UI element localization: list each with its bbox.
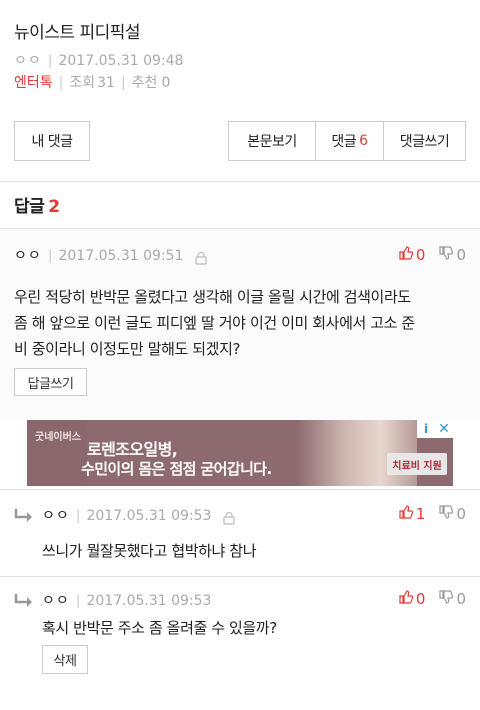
reply-write-button[interactable]: 답글쓰기 [14,368,87,396]
my-comments-button[interactable]: 내 댓글 [14,121,90,161]
ad-cta-button[interactable]: 치료비 지원 [387,453,447,475]
thumbs-up-button[interactable]: 1 [399,505,426,523]
thumbs-down-button[interactable]: 0 [439,246,466,264]
post-author[interactable]: ㅇㅇ [14,53,42,69]
reply-votes: 0 0 [399,588,466,610]
replies-heading: 답글 2 [14,192,60,217]
thumbs-up-button[interactable]: 0 [399,246,426,264]
comment-meta: ㅇㅇ | 2017.05.31 09:51 [14,245,208,267]
divider [0,181,480,182]
separator: | [58,75,64,91]
thumbs-up-icon [399,246,414,264]
thumbs-up-count: 0 [415,590,426,608]
lock-icon [195,250,208,265]
recommend-count: 0 [161,75,171,91]
view-post-button[interactable]: 본문보기 [229,122,315,160]
thumbs-down-button[interactable]: 0 [439,590,466,608]
comment-nick[interactable]: ㅇㅇ [14,245,42,267]
thumbs-up-count: 0 [415,246,426,264]
comments-count: 6 [359,133,368,149]
reply-datetime: 2017.05.31 09:53 [86,593,212,609]
comment-text: 우린 적당히 반박문 올렸다고 생각해 이글 올릴 시간에 검색이라도 좀 해 … [14,284,470,362]
reply-meta: ㅇㅇ | 2017.05.31 09:53 [42,505,236,527]
reply-nick[interactable]: ㅇㅇ [42,590,70,612]
thumbs-down-icon [439,590,454,608]
post-header: 뉴이스트 피디픽설 ㅇㅇ | 2017.05.31 09:48 엔터톡 | 조회 31 | 추… [14,20,466,94]
reply-datetime: 2017.05.31 09:53 [86,508,212,524]
thumbs-up-icon [399,505,414,523]
ad-info-icon[interactable]: i [417,420,435,438]
comment-actions-group: 본문보기 댓글 6 댓글쓰기 [228,121,466,161]
comments-label: 댓글 [331,134,357,150]
views-count: 31 [97,75,115,91]
thumbs-down-icon [439,246,454,264]
ad-close-icon[interactable]: ✕ [435,420,453,438]
thumbs-up-icon [399,590,414,608]
thumbs-down-count: 0 [456,505,466,523]
reply-arrow-icon [14,509,32,522]
write-comment-button[interactable]: 댓글쓰기 [383,122,465,160]
reply-nick[interactable]: ㅇㅇ [42,505,70,527]
comment-votes: 0 0 [399,244,466,266]
separator: | [47,248,53,264]
post-stats: 엔터톡 | 조회 31 | 추천 0 [14,72,466,94]
separator: | [75,508,81,524]
thumbs-down-count: 0 [456,246,466,264]
ad-brand-logo: 굿네이버스 [35,432,81,443]
comment-line: 좀 해 앞으로 이런 글도 피디엪 딸 거야 이건 이미 회사에서 고소 준 [14,314,415,332]
divider [0,489,480,490]
ad-controls: i ✕ [417,420,453,438]
separator: | [75,593,81,609]
lock-icon [223,510,236,525]
reply-votes: 1 0 [399,503,466,525]
thumbs-down-count: 0 [456,590,466,608]
separator: | [120,75,126,91]
reply-arrow-icon [14,594,32,607]
post-datetime: 2017.05.31 09:48 [58,53,184,69]
thumbs-up-count: 1 [415,505,426,523]
thumbs-down-button[interactable]: 0 [439,505,466,523]
comment-line: 우린 적당히 반박문 올렸다고 생각해 이글 올릴 시간에 검색이라도 [14,288,411,306]
separator: | [47,53,53,69]
delete-button[interactable]: 삭제 [42,645,88,674]
reply-text: 쓰니가 뭘잘못했다고 협박하냐 참나 [42,542,257,560]
ad-headline: 로렌조오일병, [87,440,178,459]
recommend-label: 추천 [131,75,158,91]
replies-label: 답글 [14,197,45,217]
thumbs-down-icon [439,505,454,523]
ad-subheadline: 수민이의 몸은 점점 굳어갑니다. [81,460,272,478]
comments-button[interactable]: 댓글 6 [315,122,383,160]
divider [0,576,480,577]
reply-text: 혹시 반박문 주소 좀 올려줄 수 있을까? [42,619,277,637]
thumbs-up-button[interactable]: 0 [399,590,426,608]
replies-count: 2 [48,197,60,217]
comment-datetime: 2017.05.31 09:51 [58,248,184,264]
post-meta: ㅇㅇ | 2017.05.31 09:48 [14,50,466,72]
views-label: 조회 [69,75,96,91]
reply-meta: ㅇㅇ | 2017.05.31 09:53 [42,590,211,612]
ad-banner[interactable]: 굿네이버스 로렌조오일병, 수민이의 몸은 점점 굳어갑니다. 치료비 지원 i… [27,420,453,486]
post-category-link[interactable]: 엔터톡 [14,75,53,91]
post-title: 뉴이스트 피디픽설 [14,23,141,43]
comment-line: 비 중이라니 이정도만 말해도 되겠지? [14,340,241,358]
